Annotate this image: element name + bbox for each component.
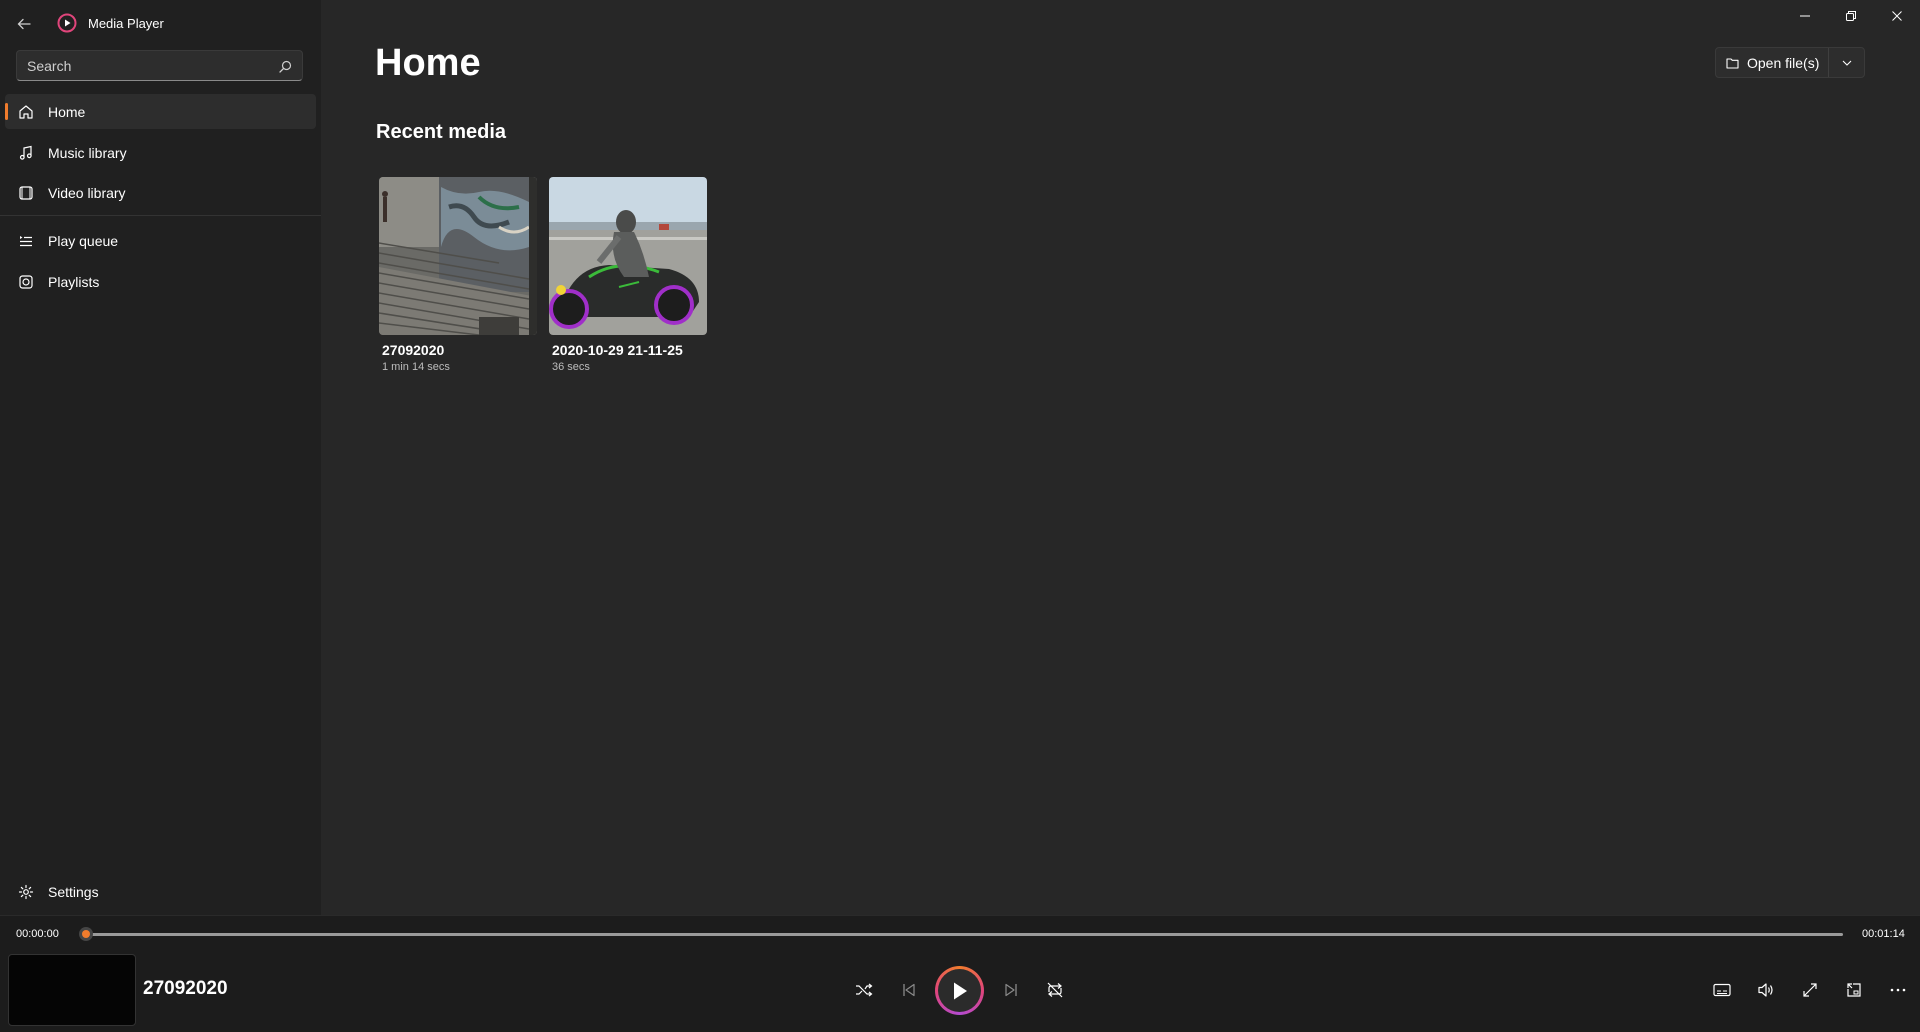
next-button[interactable] (993, 972, 1029, 1008)
recent-media-tile[interactable]: 2020-10-29 21-11-25 36 secs (549, 177, 707, 373)
sidebar-item-label: Video library (48, 184, 126, 201)
sidebar-item-video-library[interactable]: Video library (5, 175, 316, 210)
media-thumbnail (549, 177, 707, 335)
captions-icon (1713, 983, 1731, 997)
repeat-off-icon (1047, 982, 1063, 998)
open-files-label: Open file(s) (1747, 54, 1820, 71)
play-button[interactable] (935, 966, 984, 1015)
mini-player-button[interactable] (1836, 972, 1872, 1008)
restore-icon (1846, 11, 1856, 21)
home-icon (16, 102, 35, 121)
sidebar: Media Player Home Music library (0, 0, 321, 915)
media-title: 2020-10-29 21-11-25 (552, 342, 683, 358)
volume-icon (1758, 983, 1773, 997)
gear-icon (16, 882, 35, 901)
queue-icon (16, 231, 35, 250)
section-title-recent-media: Recent media (376, 121, 507, 143)
sidebar-item-settings[interactable]: Settings (5, 874, 316, 909)
minimize-icon (1800, 15, 1810, 17)
mini-player-icon (1847, 983, 1861, 997)
fullscreen-icon (1803, 983, 1817, 997)
sidebar-divider (0, 215, 321, 216)
app-title: Media Player (88, 16, 164, 31)
video-icon (16, 183, 35, 202)
page-title: Home (375, 42, 481, 84)
total-time: 00:01:14 (1862, 928, 1905, 940)
media-thumbnail (379, 177, 537, 335)
close-button[interactable] (1874, 0, 1920, 32)
sidebar-item-label: Music library (48, 144, 127, 161)
recent-media-tile[interactable]: 27092020 1 min 14 secs (379, 177, 537, 373)
skip-next-icon (1005, 983, 1017, 997)
title-bar: Media Player (0, 0, 321, 46)
open-files-button[interactable]: Open file(s) (1716, 48, 1829, 77)
repeat-button[interactable] (1037, 972, 1073, 1008)
shuffle-icon (856, 983, 873, 997)
window-controls (1782, 0, 1920, 32)
captions-button[interactable] (1704, 972, 1740, 1008)
sidebar-item-music-library[interactable]: Music library (5, 135, 316, 170)
back-button[interactable] (10, 10, 38, 38)
sidebar-item-play-queue[interactable]: Play queue (5, 223, 316, 258)
chevron-down-icon (1842, 60, 1851, 66)
music-note-icon (16, 143, 35, 162)
search-box[interactable] (16, 50, 303, 81)
close-icon (1892, 11, 1902, 21)
open-files-dropdown-button[interactable] (1829, 48, 1864, 77)
volume-button[interactable] (1748, 972, 1784, 1008)
search-input[interactable] (17, 57, 267, 74)
media-duration: 1 min 14 secs (382, 361, 450, 373)
previous-button[interactable] (891, 972, 927, 1008)
seek-bar[interactable] (85, 933, 1843, 936)
more-options-button[interactable] (1880, 972, 1916, 1008)
player-bar: 00:00:00 00:01:14 27092020 (0, 915, 1920, 1032)
search-icon[interactable] (276, 57, 294, 75)
seek-handle[interactable] (79, 927, 93, 941)
current-time: 00:00:00 (16, 928, 59, 940)
more-icon (1890, 988, 1906, 992)
skip-previous-icon (903, 983, 915, 997)
sidebar-item-label: Home (48, 103, 86, 120)
active-indicator (5, 103, 8, 120)
shuffle-button[interactable] (846, 972, 882, 1008)
media-title: 27092020 (382, 342, 445, 358)
now-playing-thumbnail[interactable] (8, 954, 136, 1026)
restore-button[interactable] (1828, 0, 1874, 32)
folder-icon (1726, 57, 1739, 69)
playlist-icon (16, 272, 35, 291)
media-player-logo-icon (57, 13, 77, 33)
media-duration: 36 secs (552, 361, 590, 373)
now-playing-title: 27092020 (143, 978, 228, 999)
back-arrow-icon (17, 18, 31, 30)
sidebar-item-home[interactable]: Home (5, 94, 316, 129)
sidebar-item-label: Settings (48, 883, 99, 900)
sidebar-item-playlists[interactable]: Playlists (5, 264, 316, 299)
main-content: Home Open file(s) Recent media 27092020 … (321, 0, 1920, 915)
open-files-split-button: Open file(s) (1715, 47, 1865, 78)
fullscreen-button[interactable] (1792, 972, 1828, 1008)
play-icon (953, 982, 967, 999)
sidebar-item-label: Playlists (48, 273, 100, 290)
sidebar-item-label: Play queue (48, 232, 119, 249)
minimize-button[interactable] (1782, 0, 1828, 32)
